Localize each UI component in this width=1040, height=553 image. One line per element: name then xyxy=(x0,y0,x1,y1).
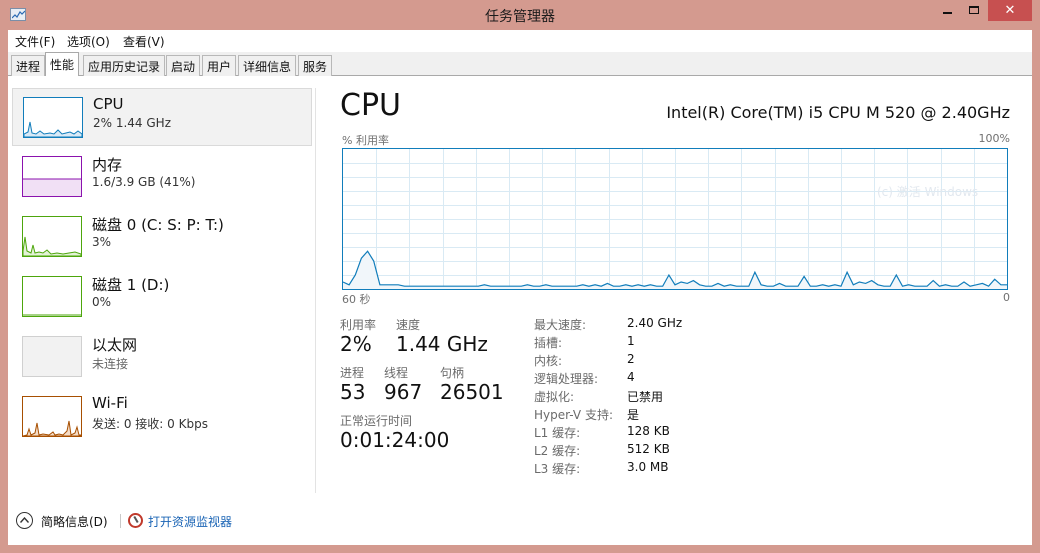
chevron-up-icon xyxy=(16,512,33,529)
spec-label: L1 缓存: xyxy=(534,426,581,440)
footer-separator xyxy=(120,514,121,528)
resource-monitor-icon xyxy=(128,513,143,528)
spec-label: 最大速度: xyxy=(534,318,587,332)
spec-value: 2.40 GHz xyxy=(627,316,683,330)
disk-0-thumbnail-graph xyxy=(22,216,82,257)
spec-value: 512 KB xyxy=(627,442,670,456)
memory-thumbnail-graph xyxy=(22,156,82,197)
fewer-details-label: 简略信息(D) xyxy=(41,515,108,529)
disk-1-thumbnail-graph xyxy=(22,276,82,317)
minimize-button[interactable] xyxy=(935,0,961,21)
wifi-thumbnail-graph xyxy=(22,396,82,437)
graph-x-end: 0 xyxy=(1003,291,1010,304)
handles-value: 26501 xyxy=(440,380,504,404)
menu-options[interactable]: 选项(O) xyxy=(67,33,110,50)
tab-startup[interactable]: 启动 xyxy=(166,55,201,76)
resource-name: 以太网 xyxy=(92,336,138,354)
resource-summary: 2% 1.44 GHz xyxy=(93,116,172,130)
cpu-detail-panel: CPU Intel(R) Core(TM) i5 CPU M 520 @ 2.4… xyxy=(340,88,1010,498)
spec-label: L2 缓存: xyxy=(534,444,581,458)
tab-processes[interactable]: 进程 xyxy=(11,55,46,76)
spec-label: 内核: xyxy=(534,354,563,368)
uptime-label: 正常运行时间 xyxy=(340,414,413,428)
threads-label: 线程 xyxy=(384,366,409,380)
resource-summary: 未连接 xyxy=(92,357,129,371)
footer-bar: 简略信息(D) 打开资源监视器 xyxy=(8,506,1032,536)
close-icon: ✕ xyxy=(1004,3,1016,18)
resource-summary: 0% xyxy=(92,295,112,309)
cpu-thumbnail-graph xyxy=(23,97,83,138)
tab-details[interactable]: 详细信息 xyxy=(238,55,297,76)
open-resource-monitor-label: 打开资源监视器 xyxy=(148,515,233,529)
ethernet-thumbnail-graph xyxy=(22,336,82,377)
graph-watermark: (c) 激活 Windows xyxy=(877,185,979,199)
spec-label: Hyper-V 支持: xyxy=(534,408,613,422)
resource-name: Wi-Fi xyxy=(92,394,128,412)
panel-divider[interactable] xyxy=(315,88,316,493)
resource-item-disk-0[interactable]: 磁盘 0 (C: S: P: T:) 3% xyxy=(12,208,312,266)
tab-services[interactable]: 服务 xyxy=(298,55,333,76)
resource-summary: 发送: 0 接收: 0 Kbps xyxy=(92,417,208,431)
speed-label: 速度 xyxy=(396,318,421,332)
resource-name: CPU xyxy=(93,95,124,113)
minimize-icon xyxy=(943,12,952,14)
resource-item-disk-1[interactable]: 磁盘 1 (D:) 0% xyxy=(12,268,312,326)
spec-value: 1 xyxy=(627,334,635,348)
threads-value: 967 xyxy=(384,380,423,404)
client-area: 文件(F) 选项(O) 查看(V) 进程 性能 应用历史记录 启动 用户 详细信… xyxy=(8,30,1032,545)
spec-label: 虚拟化: xyxy=(534,390,575,404)
spec-label: 逻辑处理器: xyxy=(534,372,599,386)
spec-label: L3 缓存: xyxy=(534,462,581,476)
spec-value: 是 xyxy=(627,408,640,422)
spec-value: 2 xyxy=(627,352,635,366)
title-bar[interactable]: 任务管理器 ✕ xyxy=(0,0,1040,30)
spec-label: 插槽: xyxy=(534,336,563,350)
menu-view[interactable]: 查看(V) xyxy=(123,33,165,50)
utilization-value: 2% xyxy=(340,332,372,356)
resource-list: CPU 2% 1.44 GHz 内存 1.6/3.9 GB (41%) 磁盘 0… xyxy=(8,76,316,496)
resource-item-ethernet[interactable]: 以太网 未连接 xyxy=(12,328,312,386)
close-button[interactable]: ✕ xyxy=(988,0,1032,21)
detail-title: CPU xyxy=(340,88,401,123)
resource-item-memory[interactable]: 内存 1.6/3.9 GB (41%) xyxy=(12,148,312,206)
processes-label: 进程 xyxy=(340,366,365,380)
resource-name: 磁盘 0 (C: S: P: T:) xyxy=(92,216,224,234)
resource-item-cpu[interactable]: CPU 2% 1.44 GHz xyxy=(12,88,312,146)
resource-summary: 3% xyxy=(92,235,112,249)
window-title: 任务管理器 xyxy=(485,9,555,25)
tab-performance[interactable]: 性能 xyxy=(45,52,80,77)
tab-bar: 进程 性能 应用历史记录 启动 用户 详细信息 服务 xyxy=(8,52,1032,77)
resource-name: 内存 xyxy=(92,156,123,174)
tab-app-history[interactable]: 应用历史记录 xyxy=(83,55,166,76)
graph-y-max: 100% xyxy=(978,132,1010,145)
uptime-value: 0:01:24:00 xyxy=(340,428,450,452)
resource-summary: 1.6/3.9 GB (41%) xyxy=(92,175,196,189)
resource-name: 磁盘 1 (D:) xyxy=(92,276,170,294)
spec-value: 已禁用 xyxy=(627,390,664,404)
maximize-icon xyxy=(969,6,979,14)
spec-value: 3.0 MB xyxy=(627,460,669,474)
tab-users[interactable]: 用户 xyxy=(202,55,237,76)
task-manager-window: 任务管理器 ✕ 文件(F) 选项(O) 查看(V) 进程 性能 应用历史记录 启… xyxy=(0,0,1040,553)
speed-value: 1.44 GHz xyxy=(396,332,488,356)
maximize-button[interactable] xyxy=(961,0,987,21)
cpu-graph-svg xyxy=(343,149,1007,289)
cpu-model: Intel(R) Core(TM) i5 CPU M 520 @ 2.40GHz xyxy=(666,103,1010,122)
menu-file[interactable]: 文件(F) xyxy=(15,33,55,50)
processes-value: 53 xyxy=(340,380,366,404)
graph-y-label: % 利用率 xyxy=(342,134,389,147)
cpu-utilization-graph: (c) 激活 Windows xyxy=(342,148,1008,290)
resource-item-wifi[interactable]: Wi-Fi 发送: 0 接收: 0 Kbps xyxy=(12,388,312,446)
spec-value: 4 xyxy=(627,370,635,384)
handles-label: 句柄 xyxy=(440,366,465,380)
graph-x-start: 60 秒 xyxy=(342,293,371,306)
menu-bar: 文件(F) 选项(O) 查看(V) xyxy=(8,30,1032,52)
spec-value: 128 KB xyxy=(627,424,670,438)
utilization-label: 利用率 xyxy=(340,318,377,332)
